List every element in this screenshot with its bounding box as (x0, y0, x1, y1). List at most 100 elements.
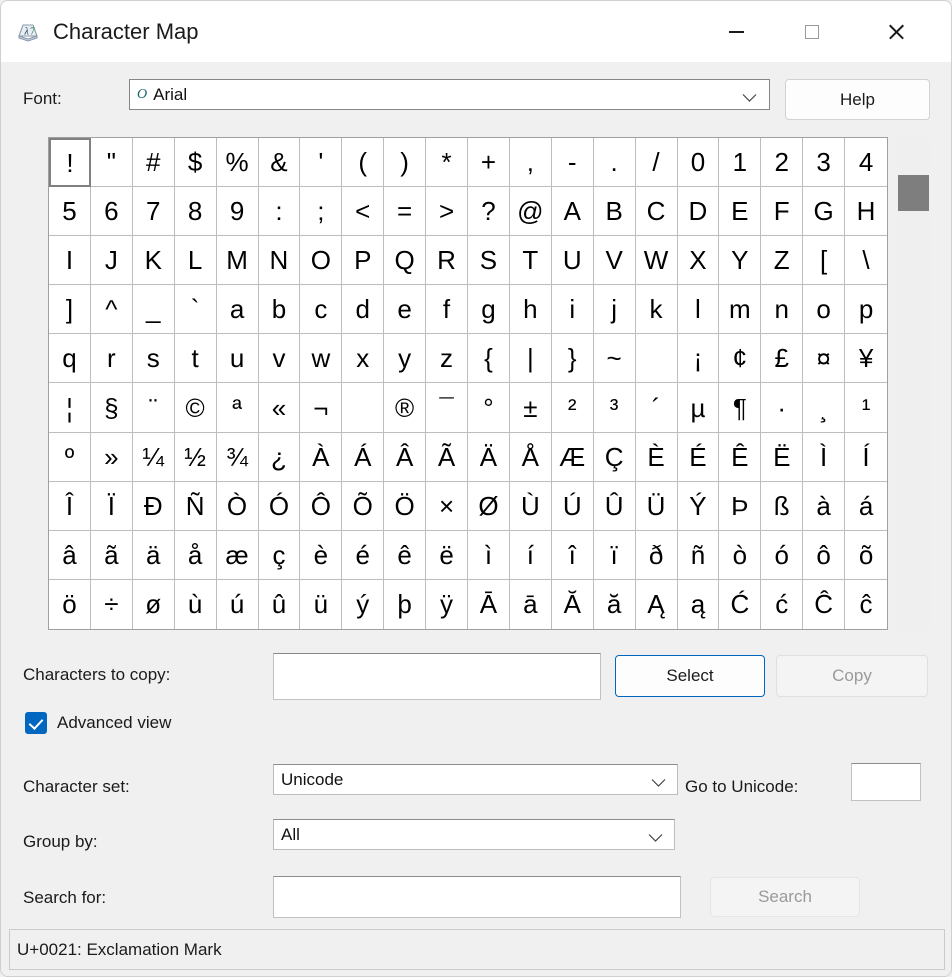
character-cell[interactable]: ì (468, 530, 510, 580)
character-cell[interactable]: m (719, 285, 762, 335)
character-cell[interactable]: É (677, 432, 720, 482)
character-cell[interactable]: ¢ (719, 334, 762, 384)
character-cell[interactable]: ¾ (216, 432, 259, 482)
character-cell[interactable]: Z (761, 236, 804, 286)
character-cell[interactable]: | (509, 334, 552, 384)
character-cell[interactable]: ë (426, 530, 468, 580)
character-cell[interactable]: ć (761, 579, 804, 629)
character-cell[interactable]: W (635, 236, 678, 286)
grid-scrollbar[interactable] (897, 137, 930, 630)
character-cell[interactable]: ® (384, 383, 427, 433)
character-cell[interactable]: ª (216, 383, 259, 433)
character-cell[interactable]: Â (384, 432, 427, 482)
character-cell[interactable]: i (551, 285, 594, 335)
character-cell[interactable]: ( (342, 138, 385, 188)
character-cell[interactable]: ? (468, 187, 510, 237)
character-cell[interactable]: ­ (342, 383, 385, 433)
character-cell[interactable]: Ä (468, 432, 510, 482)
character-cell[interactable]: ñ (677, 530, 720, 580)
character-cell[interactable]: P (342, 236, 385, 286)
character-cell[interactable]: Ć (719, 579, 762, 629)
go-to-unicode-input[interactable] (851, 763, 921, 801)
character-cell[interactable]: h (509, 285, 552, 335)
character-cell[interactable]: Ă (552, 579, 594, 629)
character-grid[interactable]: ! " # $% & '() * +, -./0 1 2 3 4 5 6 7 8 9:; < = >? @ A B C D E F G H… (49, 138, 887, 629)
character-cell[interactable]: ß (761, 481, 804, 531)
character-cell[interactable]: Û (593, 481, 636, 531)
character-cell[interactable]: ò (719, 530, 762, 580)
character-cell[interactable]: 2 (761, 138, 804, 188)
character-cell[interactable]: ² (551, 383, 594, 433)
character-cell[interactable]: µ (677, 383, 720, 433)
character-cell[interactable]: ¸ (803, 383, 846, 433)
characters-to-copy-input[interactable] (273, 653, 601, 700)
character-cell[interactable]: T (509, 236, 552, 286)
character-cell[interactable]: H (845, 187, 887, 237)
character-cell[interactable]: ç (258, 530, 301, 580)
character-cell[interactable]: 8 (174, 187, 217, 237)
character-cell[interactable]: à (803, 481, 846, 531)
search-input[interactable] (273, 876, 681, 918)
character-cell[interactable]: ³ (593, 383, 636, 433)
character-cell[interactable]: Ó (258, 481, 301, 531)
character-cell[interactable]: ½ (174, 432, 217, 482)
character-cell[interactable]: ~ (593, 334, 636, 384)
character-cell[interactable]: × (426, 481, 468, 531)
character-cell[interactable]: Ô (300, 481, 343, 531)
character-cell[interactable]: í (509, 530, 552, 580)
character-cell[interactable]: - (551, 138, 594, 188)
character-cell[interactable]: 7 (132, 187, 175, 237)
character-cell[interactable]: X (677, 236, 720, 286)
character-cell[interactable]: ± (509, 383, 552, 433)
character-cell[interactable]: q (49, 334, 91, 384)
character-cell[interactable]: N (258, 236, 301, 286)
character-cell[interactable]: p (845, 285, 887, 335)
character-cell[interactable]: ! (49, 138, 91, 188)
character-cell[interactable]: « (258, 383, 301, 433)
character-cell[interactable]: 9 (216, 187, 259, 237)
character-cell[interactable]: E (719, 187, 762, 237)
character-cell[interactable]: Y (719, 236, 762, 286)
character-cell[interactable]: Ú (551, 481, 594, 531)
character-cell[interactable]: [ (803, 236, 846, 286)
character-cell[interactable]: k (635, 285, 678, 335)
character-cell[interactable]: á (845, 482, 887, 531)
character-cell[interactable]: L (174, 236, 217, 286)
character-cell[interactable]: ¹ (845, 383, 887, 433)
character-cell[interactable]: 6 (90, 187, 133, 237)
character-cell[interactable]: õ (845, 531, 887, 580)
character-cell[interactable]: S (468, 236, 510, 286)
character-cell[interactable]: ï (593, 530, 636, 580)
character-cell[interactable]: ÿ (426, 579, 468, 629)
character-cell[interactable]: ¯ (426, 383, 468, 433)
character-cell[interactable]: ÷ (91, 579, 133, 629)
character-cell[interactable]: 4 (845, 138, 887, 188)
character-cell[interactable]: s (132, 334, 175, 384)
character-cell[interactable]: Á (342, 432, 385, 482)
character-cell[interactable]: 3 (803, 138, 846, 188)
character-cell[interactable]: ą (678, 579, 720, 629)
character-cell[interactable]: V (593, 236, 636, 286)
character-cell[interactable]: ; (300, 187, 343, 237)
character-cell[interactable]: ¦ (49, 383, 91, 433)
character-cell[interactable]: å (174, 530, 217, 580)
character-cell[interactable]: % (216, 138, 259, 188)
character-cell[interactable]: < (342, 187, 385, 237)
character-set-combobox[interactable]: Unicode (273, 764, 678, 795)
character-cell[interactable]: ó (761, 530, 804, 580)
character-cell[interactable]: ° (468, 383, 510, 433)
character-cell[interactable]: © (174, 383, 217, 433)
maximize-button[interactable] (781, 1, 843, 62)
character-cell[interactable]: J (90, 236, 133, 286)
character-cell[interactable]: Ã (426, 432, 468, 482)
character-cell[interactable]: _ (132, 285, 175, 335)
character-cell[interactable]: # (132, 138, 175, 188)
character-cell[interactable]: R (426, 236, 468, 286)
character-cell[interactable]: ¼ (132, 432, 175, 482)
character-cell[interactable]: = (384, 187, 427, 237)
character-cell[interactable]: " (90, 138, 133, 188)
minimize-button[interactable] (705, 1, 767, 62)
character-cell[interactable]: ö (49, 579, 91, 629)
character-cell[interactable]: é (342, 530, 385, 580)
character-cell[interactable]: & (258, 138, 301, 188)
